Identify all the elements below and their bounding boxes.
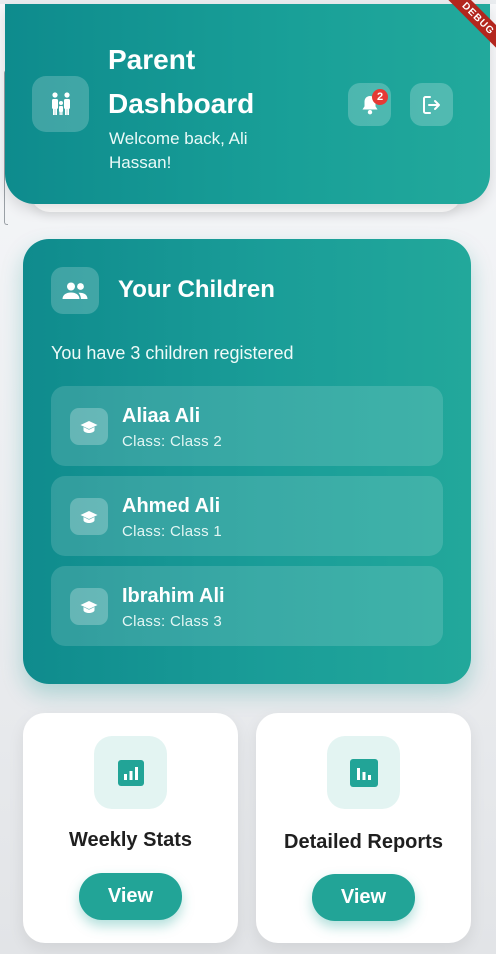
bar-chart-icon — [327, 736, 400, 809]
children-count-text: You have 3 children registered — [51, 343, 294, 363]
child-list-item[interactable]: Ibrahim Ali Class: Class 3 — [51, 566, 443, 646]
graduation-cap-icon — [70, 498, 108, 535]
child-name: Ibrahim Ali — [122, 585, 225, 607]
welcome-message: Welcome back, Ali Hassan! — [109, 129, 248, 172]
family-icon — [32, 76, 89, 132]
detailed-reports-card: Detailed Reports View — [256, 713, 471, 943]
children-card-title: Your Children — [118, 276, 275, 303]
child-list-item[interactable]: Ahmed Ali Class: Class 1 — [51, 476, 443, 556]
people-icon — [51, 267, 99, 314]
page-title: Parent Dashboard — [108, 44, 255, 119]
child-class: Class: Class 1 — [122, 523, 223, 540]
weekly-stats-label: Weekly Stats — [68, 829, 193, 851]
notification-count-badge: 2 — [372, 89, 388, 105]
weekly-stats-card: Weekly Stats View — [23, 713, 238, 943]
detailed-reports-view-button[interactable]: View — [312, 874, 415, 921]
child-list-item[interactable]: Aliaa Ali Class: Class 2 — [51, 386, 443, 466]
weekly-stats-view-button[interactable]: View — [79, 873, 182, 920]
logout-icon — [422, 95, 440, 114]
detailed-reports-label: Detailed Reports — [284, 831, 443, 853]
children-card: Your Children You have 3 children regist… — [23, 239, 471, 684]
child-name: Aliaa Ali — [122, 405, 201, 427]
child-name: Ahmed Ali — [122, 495, 221, 517]
debug-ribbon: DEBUG — [433, 0, 496, 64]
logout-button[interactable] — [410, 83, 453, 126]
stats-chart-icon — [94, 736, 167, 809]
app-header: Parent Dashboard Welcome back, Ali Hassa… — [5, 0, 496, 204]
notifications-button[interactable]: 2 — [348, 83, 391, 126]
child-class: Class: Class 2 — [122, 433, 223, 450]
child-class: Class: Class 3 — [122, 613, 223, 630]
graduation-cap-icon — [70, 408, 108, 445]
graduation-cap-icon — [70, 588, 108, 625]
